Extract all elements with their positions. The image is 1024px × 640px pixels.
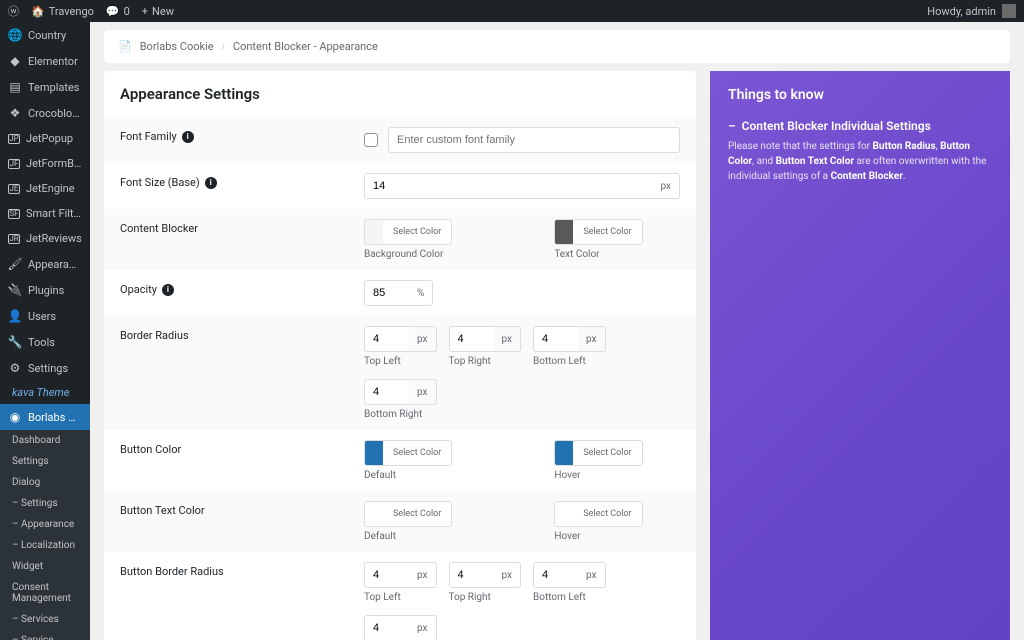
comments-link[interactable]: 💬 0 xyxy=(106,5,130,18)
appearance-panel: Appearance Settings Font Familyi Font Si… xyxy=(104,71,696,640)
submenu-item[interactable]: – Service Groups xyxy=(0,630,90,640)
menu-item[interactable]: ◆Elementor xyxy=(0,48,90,74)
info-icon[interactable]: i xyxy=(162,284,174,296)
submenu-item[interactable]: – Settings xyxy=(0,493,90,514)
font-size-input[interactable] xyxy=(365,174,409,198)
button-text-hover-swatch[interactable] xyxy=(555,502,573,526)
side-title: Things to know xyxy=(728,87,992,103)
submenu-item[interactable]: – Services xyxy=(0,609,90,630)
menu-icon: JE xyxy=(8,184,20,194)
row-border-radius: Border Radius pxTop LeftpxTop RightpxBot… xyxy=(104,316,696,430)
info-icon[interactable]: i xyxy=(205,177,217,189)
button-hover-swatch[interactable] xyxy=(555,441,573,465)
side-text: Please note that the settings for Button… xyxy=(728,139,992,184)
submenu-item[interactable]: Dialog xyxy=(0,472,90,493)
button-text-swatch[interactable] xyxy=(365,502,383,526)
wp-logo[interactable]: ⓦ xyxy=(8,3,19,19)
breadcrumb-current: Content Blocker - Appearance xyxy=(233,40,378,53)
select-color-button[interactable]: Select Color xyxy=(383,441,451,465)
submenu-item[interactable]: Widget xyxy=(0,556,90,577)
radius-input[interactable] xyxy=(450,563,494,587)
menu-icon: ❖ xyxy=(8,106,22,120)
menu-icon: ⚙ xyxy=(8,361,22,375)
menu-item[interactable]: JEJetEngine xyxy=(0,176,90,201)
row-font-family: Font Familyi xyxy=(104,117,696,163)
radius-input[interactable] xyxy=(365,563,409,587)
button-color-swatch[interactable] xyxy=(365,441,383,465)
row-button-color: Button Color Select Color Default Select… xyxy=(120,430,680,491)
menu-icon: 🌐 xyxy=(8,28,22,42)
submenu-item[interactable]: Dashboard xyxy=(0,430,90,451)
select-color-button[interactable]: Select Color xyxy=(383,220,451,244)
menu-item[interactable]: ▤Templates xyxy=(0,74,90,100)
main-content: 📄 Borlabs Cookie › Content Blocker - App… xyxy=(90,22,1024,640)
font-family-input[interactable] xyxy=(388,127,680,153)
select-color-button[interactable]: Select Color xyxy=(383,502,451,526)
things-to-know-panel: Things to know –Content Blocker Individu… xyxy=(710,71,1010,640)
row-opacity: Opacityi % xyxy=(120,270,680,316)
row-content-blocker: Content Blocker Select Color Background … xyxy=(104,209,696,270)
radius-input[interactable] xyxy=(365,616,409,640)
menu-item[interactable]: JPJetPopup xyxy=(0,126,90,151)
avatar[interactable] xyxy=(1002,4,1016,18)
breadcrumb-icon: 📄 xyxy=(118,40,132,53)
admin-topbar: ⓦ 🏠 Travengo 💬 0 + New Howdy, admin xyxy=(0,0,1024,22)
menu-icon: JF xyxy=(8,159,20,169)
submenu-item[interactable]: – Localization xyxy=(0,535,90,556)
menu-icon: 🔌 xyxy=(8,283,22,297)
breadcrumb-root[interactable]: Borlabs Cookie xyxy=(140,40,214,53)
menu-item[interactable]: 🖌Appearance xyxy=(0,251,90,277)
font-family-checkbox[interactable] xyxy=(364,133,378,147)
menu-icon: SF xyxy=(8,209,20,219)
panel-title: Appearance Settings xyxy=(120,85,680,103)
menu-icon: ◆ xyxy=(8,54,22,68)
select-color-button[interactable]: Select Color xyxy=(573,220,641,244)
radius-input[interactable] xyxy=(534,563,578,587)
row-font-size: Font Size (Base)i px xyxy=(120,163,680,209)
menu-item-borlabs[interactable]: ◉Borlabs Cookie xyxy=(0,404,90,430)
howdy-link[interactable]: Howdy, admin xyxy=(927,5,996,18)
bg-color-swatch[interactable] xyxy=(365,220,383,244)
info-icon[interactable]: i xyxy=(182,131,194,143)
theme-link[interactable]: kava Theme xyxy=(0,381,90,404)
opacity-input[interactable] xyxy=(365,281,409,305)
borlabs-icon: ◉ xyxy=(8,410,22,424)
menu-icon: JP xyxy=(8,134,20,144)
menu-icon: 🖌 xyxy=(8,257,22,271)
row-button-border-radius: Button Border Radius pxTop LeftpxTop Rig… xyxy=(120,552,680,640)
radius-input[interactable] xyxy=(365,380,409,404)
menu-icon: JR xyxy=(8,234,20,244)
menu-item[interactable]: ❖Crocoblock xyxy=(0,100,90,126)
menu-item[interactable]: JRJetReviews xyxy=(0,226,90,251)
select-color-button[interactable]: Select Color xyxy=(573,441,641,465)
menu-icon: 👤 xyxy=(8,309,22,323)
menu-item[interactable]: 👤Users xyxy=(0,303,90,329)
minus-icon: – xyxy=(728,119,736,133)
site-link[interactable]: 🏠 Travengo xyxy=(31,5,94,18)
text-color-swatch[interactable] xyxy=(555,220,573,244)
chevron-right-icon: › xyxy=(222,40,225,53)
menu-icon: ▤ xyxy=(8,80,22,94)
radius-input[interactable] xyxy=(534,327,578,351)
menu-item[interactable]: SFSmart Filters xyxy=(0,201,90,226)
radius-input[interactable] xyxy=(365,327,409,351)
submenu-item[interactable]: Settings xyxy=(0,451,90,472)
row-button-text-color: Button Text Color Select Color Default S… xyxy=(104,491,696,552)
select-color-button[interactable]: Select Color xyxy=(573,502,641,526)
new-link[interactable]: + New xyxy=(142,5,174,18)
menu-icon: 🔧 xyxy=(8,335,22,349)
menu-item[interactable]: 🔧Tools xyxy=(0,329,90,355)
submenu-item[interactable]: – Appearance xyxy=(0,514,90,535)
menu-item[interactable]: JFJetFormBuilder xyxy=(0,151,90,176)
radius-input[interactable] xyxy=(450,327,494,351)
submenu-item[interactable]: Consent Management xyxy=(0,577,90,609)
admin-sidebar: 🌐Country◆Elementor▤Templates❖CrocoblockJ… xyxy=(0,22,90,640)
breadcrumb: 📄 Borlabs Cookie › Content Blocker - App… xyxy=(104,30,1010,63)
menu-item[interactable]: 🌐Country xyxy=(0,22,90,48)
menu-item[interactable]: ⚙Settings xyxy=(0,355,90,381)
menu-item[interactable]: 🔌Plugins xyxy=(0,277,90,303)
